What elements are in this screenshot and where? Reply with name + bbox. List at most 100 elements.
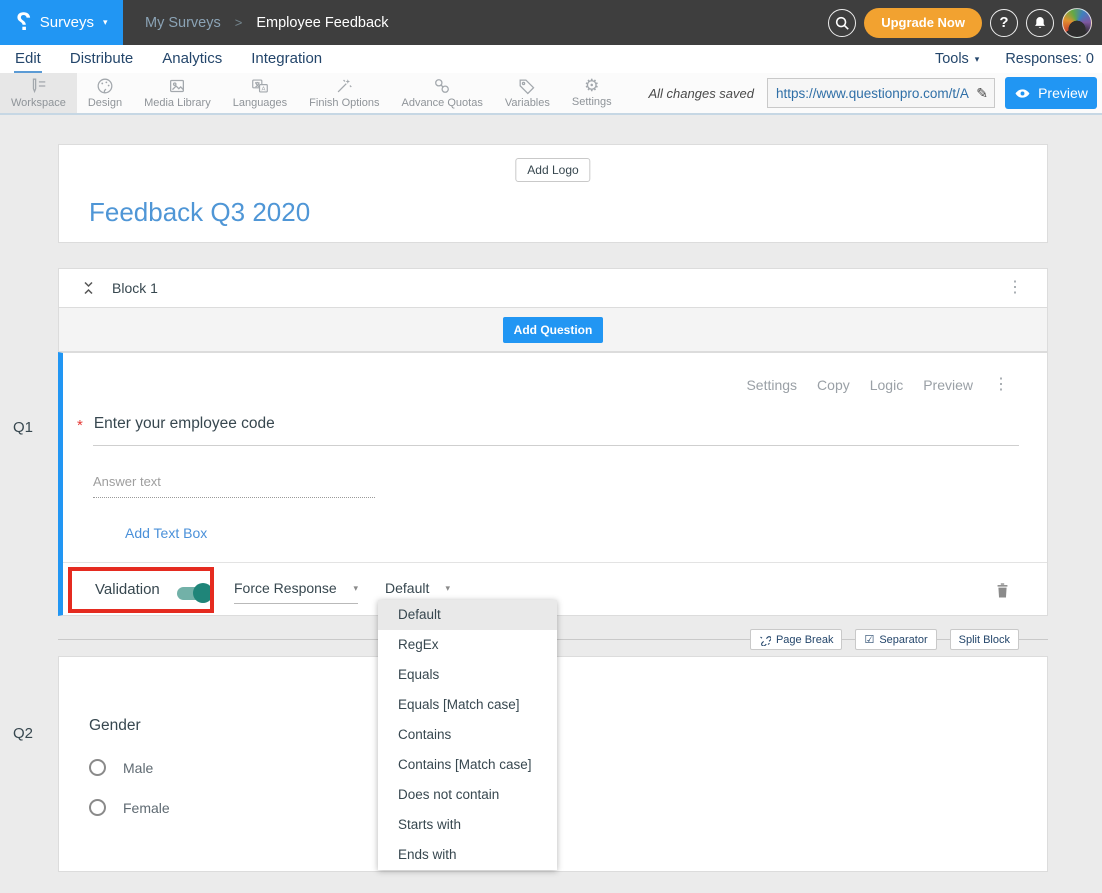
question-text-row: * Enter your employee code	[77, 415, 275, 434]
menu-option-starts-with[interactable]: Starts with	[378, 810, 557, 840]
tab-distribute[interactable]: Distribute	[69, 45, 134, 73]
add-question-button[interactable]: Add Question	[503, 317, 604, 343]
question-text-underline	[93, 445, 1019, 446]
question-kebab-menu-icon[interactable]: ⋮	[993, 377, 1009, 393]
upgrade-now-button[interactable]: Upgrade Now	[864, 8, 982, 38]
menu-option-default[interactable]: Default	[378, 600, 557, 630]
add-question-strip: Add Question	[58, 308, 1048, 352]
notifications-button[interactable]	[1026, 9, 1054, 37]
survey-title[interactable]: Feedback Q3 2020	[89, 197, 310, 228]
menu-option-equals[interactable]: Equals	[378, 660, 557, 690]
question-logic-link[interactable]: Logic	[870, 377, 903, 393]
preview-label: Preview	[1038, 85, 1088, 101]
separator-label: Separator	[879, 634, 927, 646]
answer-option-female[interactable]: Female	[89, 799, 170, 816]
svg-text:A: A	[261, 86, 265, 92]
block-section: Block 1 ⋮ Add Question	[58, 268, 1048, 352]
page-break-label: Page Break	[776, 634, 833, 646]
force-response-label: Force Response	[234, 580, 337, 596]
toolbar-item-workspace[interactable]: Workspace	[0, 73, 77, 113]
translate-icon: A	[250, 76, 270, 96]
validation-label: Validation	[95, 581, 160, 598]
tab-integration[interactable]: Integration	[250, 45, 323, 73]
answer-option-male[interactable]: Male	[89, 759, 153, 776]
question-settings-link[interactable]: Settings	[746, 377, 797, 393]
breadcrumb-separator-icon: >	[235, 15, 243, 30]
tab-edit[interactable]: Edit	[14, 45, 42, 73]
collapse-vertical-icon	[81, 280, 96, 296]
validation-type-value: Default	[385, 580, 429, 596]
page-break-button[interactable]: Page Break	[750, 629, 842, 650]
toolbar-right: All changes saved ✎ Preview	[648, 73, 1102, 113]
toolbar-item-media-library[interactable]: Media Library	[133, 73, 222, 113]
caret-down-icon: ▾	[445, 583, 450, 594]
split-block-button[interactable]: Split Block	[950, 629, 1019, 650]
question-card-q1: Settings Copy Logic Preview ⋮ * Enter yo…	[58, 352, 1048, 616]
toggle-knob	[193, 583, 213, 603]
gear-icon: ⚙	[584, 77, 599, 95]
bell-icon	[1032, 15, 1048, 31]
toolbar-item-languages[interactable]: A Languages	[222, 73, 298, 113]
survey-editor-canvas: Add Logo Feedback Q3 2020 Block 1 ⋮ Add …	[0, 115, 1102, 893]
add-text-box-link[interactable]: Add Text Box	[125, 525, 207, 541]
toolbar-item-advance-quotas[interactable]: Advance Quotas	[390, 73, 493, 113]
question-preview-link[interactable]: Preview	[923, 377, 973, 393]
toolbar-item-finish-options[interactable]: Finish Options	[298, 73, 390, 113]
page-break-icon	[759, 634, 771, 646]
caret-down-icon: ▾	[103, 17, 108, 28]
chain-links-icon	[432, 76, 452, 96]
answer-text-input[interactable]	[93, 466, 375, 498]
question-copy-link[interactable]: Copy	[817, 377, 850, 393]
question-text[interactable]: Gender	[89, 717, 141, 735]
survey-url-input[interactable]	[776, 86, 972, 101]
tab-analytics[interactable]: Analytics	[161, 45, 223, 73]
delete-question-button[interactable]	[994, 581, 1011, 600]
question-actions: Settings Copy Logic Preview ⋮	[746, 377, 1009, 393]
survey-header-card: Add Logo Feedback Q3 2020	[58, 144, 1048, 243]
search-button[interactable]	[828, 9, 856, 37]
menu-option-ends-with[interactable]: Ends with	[378, 840, 557, 870]
option-label[interactable]: Male	[123, 760, 153, 776]
validation-toggle[interactable]	[177, 587, 211, 600]
menu-option-contains[interactable]: Contains	[378, 720, 557, 750]
tools-dropdown[interactable]: Tools ▾	[935, 51, 979, 67]
block-kebab-menu-icon[interactable]: ⋮	[1007, 280, 1023, 296]
split-block-label: Split Block	[959, 634, 1010, 646]
required-asterisk: *	[77, 415, 83, 434]
section-tabs-bar: Edit Distribute Analytics Integration To…	[0, 45, 1102, 73]
toolbar-item-settings[interactable]: ⚙ Settings	[561, 73, 623, 113]
image-icon	[167, 76, 187, 96]
menu-option-contains-match-case[interactable]: Contains [Match case]	[378, 750, 557, 780]
radio-button-icon[interactable]	[89, 759, 106, 776]
menu-option-equals-match-case[interactable]: Equals [Match case]	[378, 690, 557, 720]
help-button[interactable]: ?	[990, 9, 1018, 37]
user-avatar[interactable]	[1062, 8, 1092, 38]
preview-button[interactable]: Preview	[1005, 77, 1097, 109]
add-logo-button[interactable]: Add Logo	[515, 158, 590, 182]
caret-down-icon: ▾	[353, 583, 358, 594]
toolbar-item-variables[interactable]: Variables	[494, 73, 561, 113]
caret-down-icon: ▾	[975, 54, 980, 65]
magic-wand-icon	[334, 76, 354, 96]
toolbar-item-design[interactable]: Design	[77, 73, 133, 113]
product-name: Surveys	[40, 14, 94, 31]
separator-button[interactable]: ☑ Separator	[855, 629, 936, 650]
breadcrumb-my-surveys[interactable]: My Surveys	[145, 15, 221, 31]
block-title[interactable]: Block 1	[112, 280, 158, 296]
option-label[interactable]: Female	[123, 800, 170, 816]
product-switcher[interactable]: ? Surveys ▾	[0, 0, 123, 45]
responses-count[interactable]: Responses: 0	[1005, 51, 1094, 67]
radio-button-icon[interactable]	[89, 799, 106, 816]
collapse-block-button[interactable]	[81, 280, 96, 296]
breadcrumb-current: Employee Feedback	[256, 15, 388, 31]
force-response-dropdown[interactable]: Force Response ▾	[234, 580, 358, 604]
question-text[interactable]: Enter your employee code	[94, 415, 275, 434]
block-header: Block 1 ⋮	[58, 268, 1048, 308]
tools-label: Tools	[935, 51, 969, 67]
menu-option-does-not-contain[interactable]: Does not contain	[378, 780, 557, 810]
divider-actions: Page Break ☑ Separator Split Block	[750, 629, 1019, 650]
palette-icon	[95, 76, 115, 96]
menu-option-regex[interactable]: RegEx	[378, 630, 557, 660]
edit-url-pencil-icon[interactable]: ✎	[976, 85, 988, 102]
tabs-right-actions: Tools ▾ Responses: 0	[935, 51, 1094, 67]
